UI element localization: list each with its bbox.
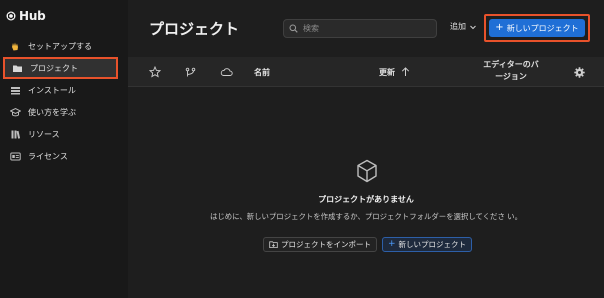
sidebar-item-label: ライセンス [28, 151, 68, 161]
name-column-label: 名前 [254, 67, 270, 77]
favorite-column[interactable] [149, 57, 161, 87]
editor-version-label-line1: エディターのバ [483, 60, 539, 69]
import-project-label: プロジェクトをインポート [281, 240, 371, 249]
books-icon [10, 129, 21, 140]
sidebar-item-licenses[interactable]: ライセンス [0, 145, 128, 167]
sidebar-item-label: 使い方を学ぶ [28, 107, 76, 117]
cube-icon [357, 159, 377, 183]
add-dropdown-label: 追加 [450, 22, 466, 31]
branch-icon [185, 67, 196, 76]
add-dropdown[interactable]: 追加 [450, 21, 477, 32]
empty-state-description: はじめに、新しいプロジェクトを作成するか、プロジェクトフォルダーを選択してくださ… [210, 212, 522, 221]
sidebar: Hub セットアップする プロジェクト インストール 使い方を学ぶ リソース ラ… [0, 0, 128, 298]
empty-new-project-label: 新しいプロジェクト [398, 240, 467, 249]
search-icon [289, 24, 298, 33]
search-placeholder: 検索 [303, 24, 319, 33]
cloud-column[interactable] [220, 57, 233, 87]
sidebar-item-label: セットアップする [28, 41, 92, 51]
empty-state-title: プロジェクトがありません [318, 195, 414, 204]
arrow-up-icon [401, 67, 410, 76]
sidebar-item-projects[interactable]: プロジェクト [3, 57, 118, 79]
gear-icon [574, 66, 585, 78]
chevron-down-icon [470, 25, 476, 29]
name-column-header[interactable]: 名前 [254, 57, 270, 87]
sidebar-item-installs[interactable]: インストール [0, 79, 128, 101]
editor-version-column-header[interactable]: エディターのバ ージョン [478, 59, 544, 85]
plus-icon: + [495, 22, 504, 33]
search-input[interactable]: 検索 [283, 19, 437, 38]
graduation-cap-icon [10, 107, 21, 118]
installs-icon [10, 85, 21, 96]
unity-hub-logo: Hub [6, 9, 46, 23]
star-icon [149, 66, 161, 78]
wave-hand-icon [10, 41, 21, 52]
sidebar-nav: セットアップする プロジェクト インストール 使い方を学ぶ リソース ライセンス [0, 35, 128, 167]
sidebar-item-setup[interactable]: セットアップする [0, 35, 128, 57]
updated-column-label: 更新 [379, 67, 395, 77]
license-card-icon [10, 151, 21, 162]
settings-column[interactable] [574, 57, 585, 87]
editor-version-label-line2: ージョン [495, 72, 527, 81]
project-table-header: 名前 更新 エディターのバ ージョン [128, 57, 604, 87]
version-control-column[interactable] [185, 57, 196, 87]
import-project-button[interactable]: プロジェクトをインポート [263, 237, 377, 252]
empty-new-project-button[interactable]: + 新しいプロジェクト [382, 237, 473, 252]
cloud-icon [220, 68, 233, 76]
sidebar-item-label: プロジェクト [30, 63, 78, 73]
unity-logo-icon [6, 11, 16, 21]
sidebar-item-label: リソース [28, 129, 60, 139]
main-content: プロジェクト 検索 追加 + 新しいプロジェクト 名前 更新 エディターのバ ー… [128, 0, 604, 298]
folder-import-icon [269, 241, 278, 248]
folder-icon [12, 63, 23, 74]
logo-text: Hub [19, 9, 46, 23]
new-project-button-label: 新しいプロジェクト [506, 23, 579, 33]
sidebar-item-resources[interactable]: リソース [0, 123, 128, 145]
updated-column-header[interactable]: 更新 [379, 57, 410, 87]
new-project-button[interactable]: + 新しいプロジェクト [489, 19, 585, 37]
sidebar-item-label: インストール [28, 85, 76, 95]
sidebar-item-learn[interactable]: 使い方を学ぶ [0, 101, 128, 123]
page-title: プロジェクト [149, 20, 240, 38]
plus-icon: + [388, 239, 396, 249]
